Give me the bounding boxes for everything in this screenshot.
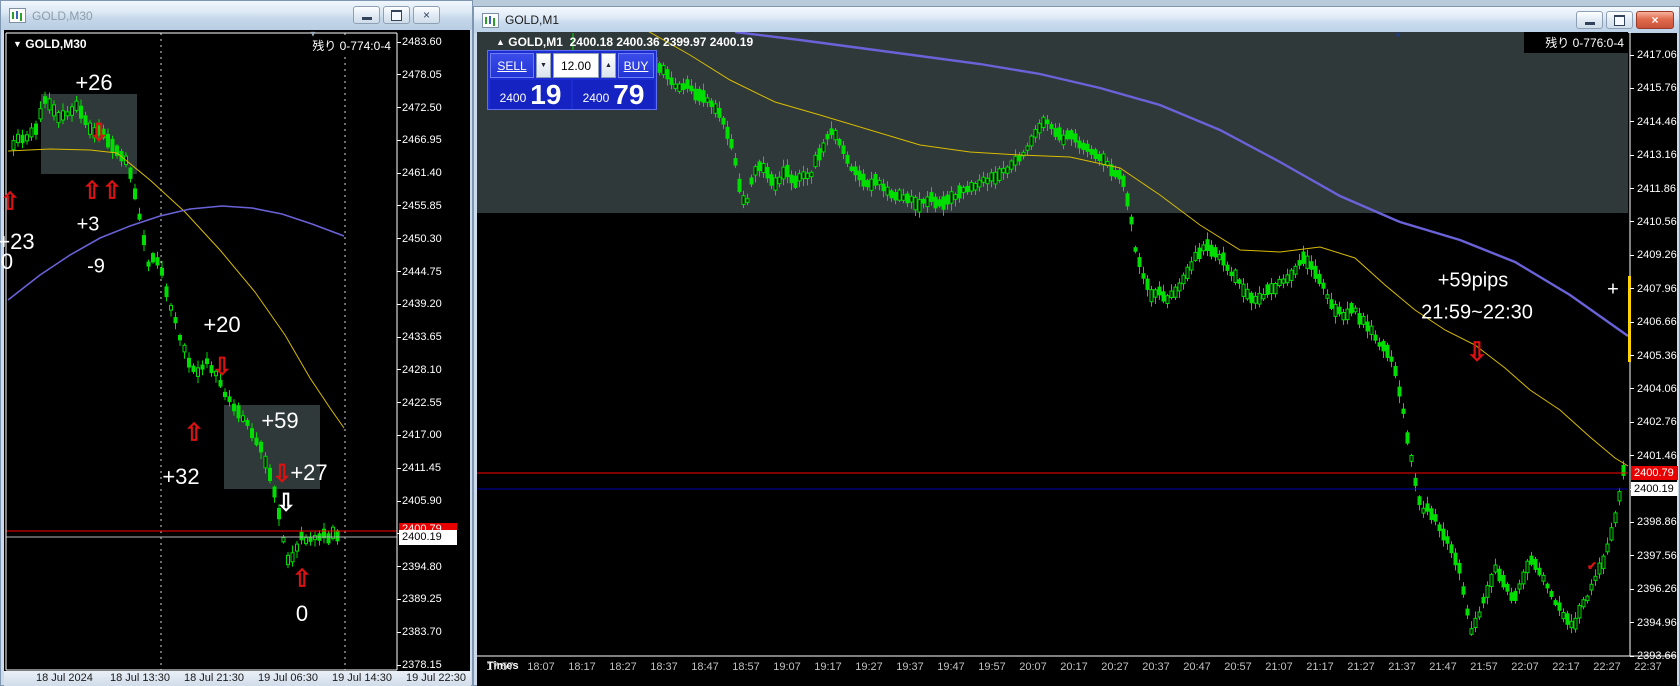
chart-area-m1[interactable] bbox=[477, 33, 1677, 686]
restore-button[interactable] bbox=[1606, 11, 1633, 29]
title-bar-right[interactable]: GOLD,M1 bbox=[474, 7, 1679, 33]
minimize-button[interactable] bbox=[353, 6, 380, 24]
window-gold-m30: GOLD,M30 × bbox=[0, 0, 473, 686]
chart-area-m30[interactable] bbox=[4, 30, 470, 671]
restore-icon bbox=[391, 9, 402, 21]
sell-price-display[interactable]: 2400 19 bbox=[490, 80, 571, 109]
close-button[interactable]: × bbox=[413, 6, 440, 24]
minimize-button[interactable] bbox=[1576, 11, 1603, 29]
chart-window-icon bbox=[482, 12, 499, 28]
mt4-workspace: GOLD,M30 × ▼ GOLD,M30 残り 0-774:0-4 GOLD,… bbox=[0, 0, 1680, 686]
one-click-trading-panel: SELL ▼ ▲ BUY 240019 240079 bbox=[487, 50, 657, 110]
volume-decrease-button[interactable]: ▼ bbox=[536, 53, 551, 78]
sell-button[interactable]: SELL bbox=[490, 53, 534, 78]
minimize-icon bbox=[1584, 22, 1595, 25]
close-icon: × bbox=[1651, 13, 1659, 27]
window-title: GOLD,M1 bbox=[505, 13, 560, 27]
chart-window-icon bbox=[9, 8, 26, 23]
close-icon: × bbox=[422, 8, 430, 22]
close-button[interactable]: × bbox=[1636, 11, 1674, 29]
time-axis-strip-m30[interactable] bbox=[4, 671, 471, 686]
volume-increase-button[interactable]: ▲ bbox=[601, 53, 616, 78]
buy-price-display[interactable]: 2400 79 bbox=[573, 80, 654, 109]
volume-input[interactable] bbox=[553, 53, 599, 78]
minimize-icon bbox=[361, 17, 372, 20]
restore-icon bbox=[1614, 14, 1625, 26]
restore-button[interactable] bbox=[383, 6, 410, 24]
window-title: GOLD,M30 bbox=[32, 8, 93, 23]
buy-button[interactable]: BUY bbox=[618, 53, 654, 78]
